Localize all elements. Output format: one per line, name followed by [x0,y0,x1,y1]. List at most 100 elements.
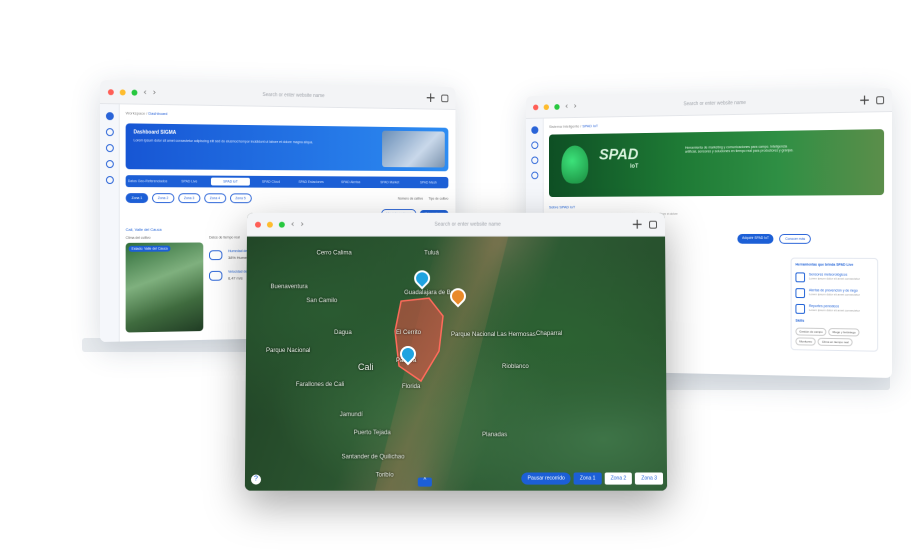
zone-chip-4[interactable]: Zona 4 [203,193,226,204]
benefit-desc: Lorem ipsum dolor sit amet consectetur [808,276,861,281]
conocer-button[interactable]: Conocer más [779,233,812,244]
skills-list: Gestión de campo Riego y fertirriego Mon… [795,327,873,347]
map-label: Dagua [334,330,352,337]
browser-toolbar: ‹ › Search or enter website name + [246,212,666,237]
tab-spad-cloud[interactable]: SPAD Cloud [252,178,290,186]
minimize-icon[interactable] [119,88,126,95]
back-icon[interactable]: ‹ [565,102,568,112]
crop-fields: Número de cultivo Tipo de cultivo [398,197,449,201]
zone-1-button[interactable]: Zona 1 [573,472,602,485]
forward-icon[interactable]: › [574,101,577,111]
back-icon[interactable]: ‹ [291,219,295,229]
minimize-icon[interactable] [266,221,273,228]
wind-icon [209,270,223,281]
map-label: Buenaventura [270,284,308,291]
url-bar[interactable]: Search or enter website name [600,95,833,112]
zone-chip-1[interactable]: Zona 1 [125,193,149,204]
chevron-up-icon[interactable]: ^ [417,477,432,487]
back-icon[interactable]: ‹ [143,87,147,97]
settings-icon[interactable] [105,176,114,185]
home-icon[interactable] [530,141,538,150]
section-title: Sobre SPAD IoT [548,204,576,210]
benefit-item: Reportes periódicos Lorem ipsum dolor si… [795,303,873,315]
map-label: El Cerrito [396,330,422,337]
alert-icon [795,288,806,299]
close-icon[interactable] [254,221,261,228]
zone-2-button[interactable]: Zona 2 [604,472,633,485]
climate-card[interactable]: Estado: Valle del Cauca [125,242,204,333]
home-icon[interactable] [105,128,114,137]
benefit-item: Alertas de prevención y de riego Lorem i… [795,288,873,299]
map-label: Toribío [375,472,394,479]
zone-chip-2[interactable]: Zona 2 [151,193,175,204]
tab-spad-mesh[interactable]: SPAD Mesh [410,179,447,187]
adquirir-button[interactable]: Adquirir SPAD IoT [737,233,774,244]
chart-icon[interactable] [530,171,538,180]
forward-icon[interactable]: › [153,88,157,98]
zone-chip-5[interactable]: Zona 5 [229,193,252,204]
satellite-map[interactable]: Cerro Calima Tuluá Buenaventura San Cami… [244,236,668,491]
breadcrumb-current: Dashboard [148,110,168,117]
map-label: Parque Nacional Las Hermosas [451,332,536,339]
breadcrumb-root[interactable]: Workspace [126,110,146,115]
url-bar[interactable]: Search or enter website name [181,87,402,103]
forward-icon[interactable]: › [300,219,304,229]
zone-chip-3[interactable]: Zona 3 [178,193,201,204]
banner-photo [382,130,445,168]
zone-polygon[interactable] [391,296,451,386]
map-label: Rioblanco [502,363,529,371]
tab-spad-alertas[interactable]: SPAD Alertas [332,178,369,186]
crop-number-field[interactable]: Número de cultivo [398,197,423,201]
leaf-logo-icon [561,145,589,184]
breadcrumb: Sistema Inteligente / SPAD IoT [548,123,599,129]
skills-title: Skills [795,318,805,323]
skill-chip[interactable]: Clima en tiempo real [817,337,853,347]
benefit-desc: Lorem ipsum dolor sit amet consectetur [808,308,861,313]
help-icon[interactable]: ? [250,474,262,485]
skill-chip[interactable]: Monitoreo [795,337,817,346]
climate-label: Clima del cultivo [125,235,151,240]
maximize-icon[interactable] [131,89,138,96]
logo-icon[interactable] [530,126,538,134]
maximize-icon[interactable] [278,221,285,228]
map-label: Florida [401,384,421,391]
dashboard-banner: Dashboard SIGMA Lorem ipsum dolor sit am… [125,123,449,172]
tab-spad-estaciones[interactable]: SPAD Estaciones [292,178,330,186]
hero-text: Herramienta de marketing y comunicacione… [685,144,794,154]
tab-geo[interactable]: Datos Geo-Referenciados [128,177,168,185]
breadcrumb-root[interactable]: Sistema Inteligente [549,124,579,129]
tab-spad-iot[interactable]: SPAD IoT [210,177,250,186]
logo-icon[interactable] [105,112,114,121]
map-label: Cerro Calima [316,250,352,257]
zone-3-button[interactable]: Zona 3 [635,472,664,485]
tab-spad-market[interactable]: SPAD Market [371,178,408,186]
map-label: Puerto Tejada [353,430,391,437]
skill-chip[interactable]: Riego y fertirriego [828,328,860,337]
tab-spad-live[interactable]: SPAD Live [170,177,209,185]
grid-icon[interactable] [105,144,114,153]
map-label: Parque Nacional [265,348,311,354]
map-label: Tuluá [424,250,439,257]
sensor-icon [795,272,806,283]
map-controls: Pausar recorrido Zona 1 Zona 2 Zona 3 [521,472,664,485]
chart-icon[interactable] [105,160,114,169]
url-bar[interactable]: Search or enter website name [330,218,606,230]
tabs-icon[interactable] [649,220,658,229]
new-tab-icon[interactable]: + [631,216,643,232]
pause-route-button[interactable]: Pausar recorrido [521,472,571,485]
crop-type-field[interactable]: Tipo de cultivo [428,197,448,201]
spad-logo-text: SPAD [599,146,639,164]
new-tab-icon[interactable]: + [859,92,871,108]
maximize-icon[interactable] [554,103,560,110]
benefit-item: Sensores meteorológicos Lorem ipsum dolo… [795,272,873,283]
close-icon[interactable] [107,88,114,95]
new-tab-icon[interactable]: + [425,90,435,105]
tabs-icon[interactable] [876,95,885,104]
close-icon[interactable] [533,104,539,110]
grid-icon[interactable] [530,156,538,165]
skill-chip[interactable]: Gestión de campo [795,327,827,336]
spad-logo-sub: IoT [630,163,639,170]
tabs-icon[interactable] [441,94,449,102]
minimize-icon[interactable] [543,103,549,110]
map-label: San Camilo [306,298,338,305]
